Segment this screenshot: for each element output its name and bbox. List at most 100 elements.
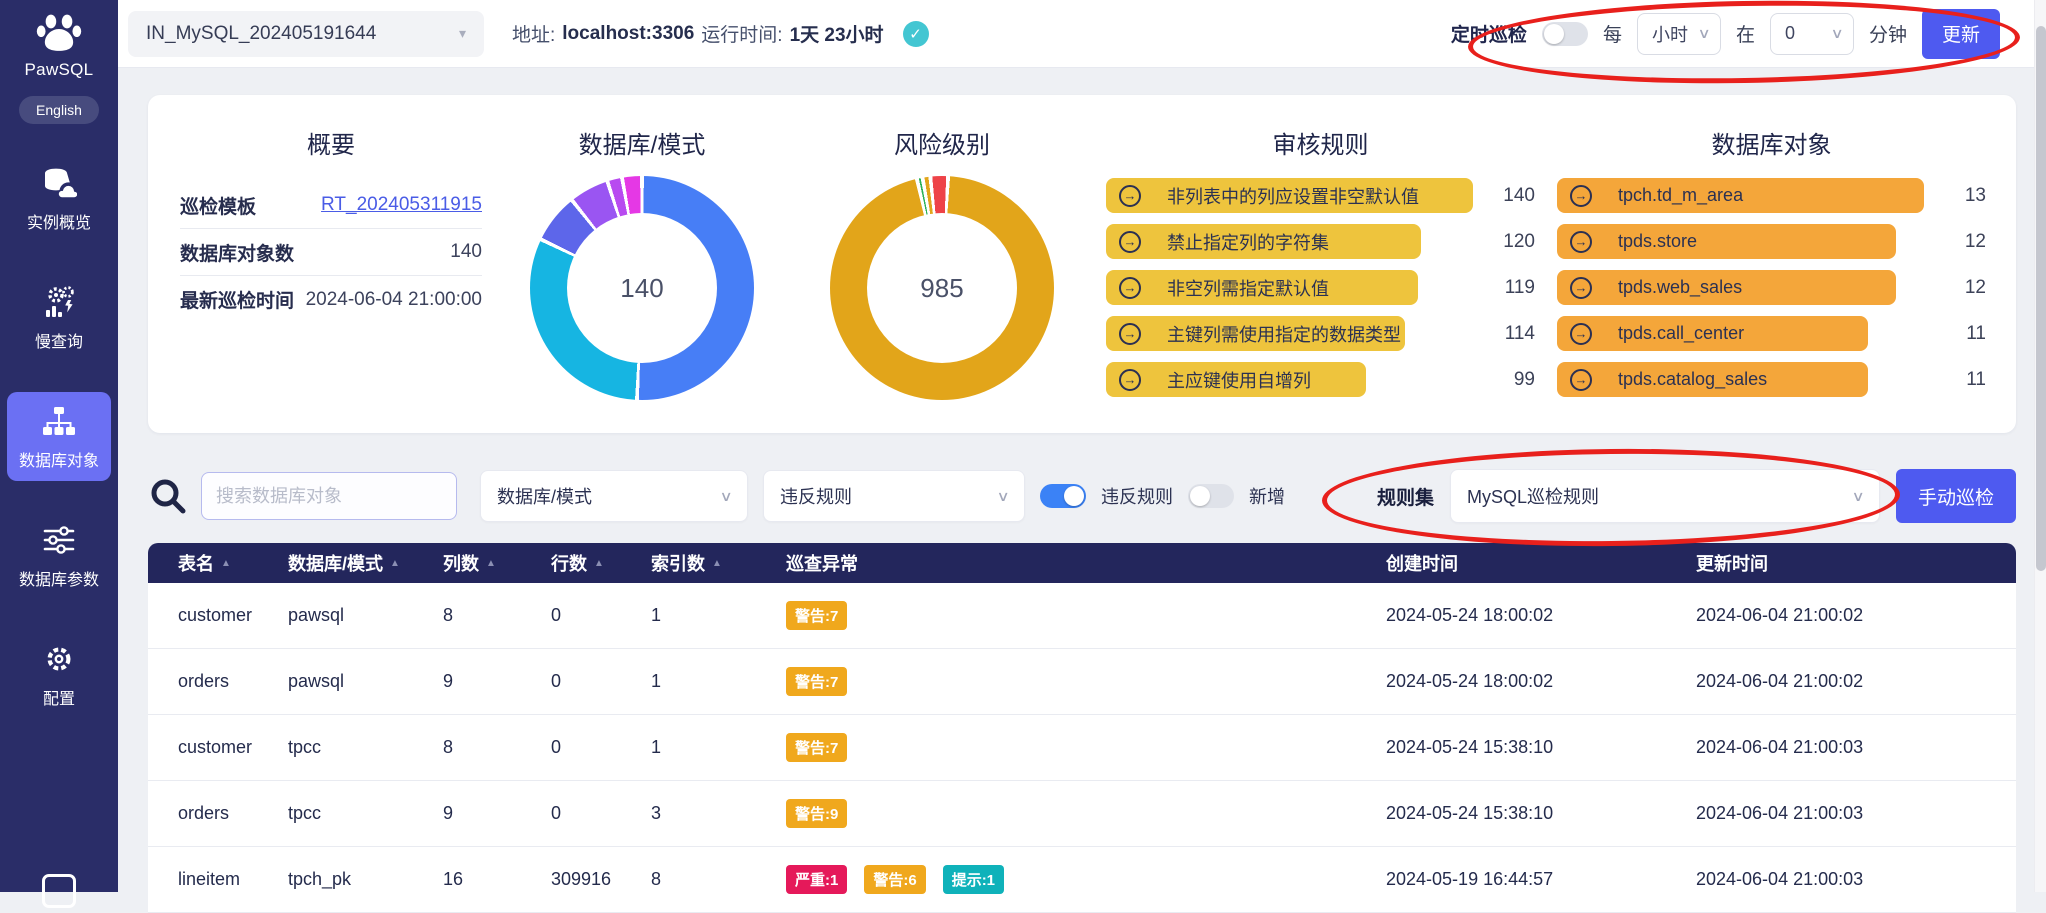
interval-select-value: 小时 <box>1652 21 1688 47</box>
dashboard-summary-card: 概要 巡检模板 RT_202405311915 数据库对象数 140 最新巡检时… <box>148 95 2016 433</box>
schema-filter-select[interactable]: 数据库/模式 ∨ <box>480 470 748 522</box>
audit-rule-bar[interactable]: 非列表中的列应设置非空默认值 <box>1106 178 1473 213</box>
schema-filter-value: 数据库/模式 <box>497 483 592 509</box>
cell-created: 2024-05-24 18:00:02 <box>1376 605 1686 626</box>
ruleset-label: 规则集 <box>1377 483 1434 510</box>
sidebar-item-slow-query[interactable]: 慢查询 <box>7 273 111 362</box>
uptime-value: 1天 23小时 <box>790 20 884 47</box>
warning-badge[interactable]: 警告:9 <box>786 799 847 828</box>
table-row[interactable]: customer tpcc 8 0 1 警告:7 2024-05-24 15:3… <box>148 715 2016 781</box>
db-object-value: 12 <box>1924 277 1986 299</box>
ruleset-select[interactable]: MySQL巡检规则 ∨ <box>1450 469 1880 523</box>
app-logo: PawSQL <box>25 12 94 80</box>
critical-badge[interactable]: 严重:1 <box>786 865 847 894</box>
warning-badge[interactable]: 警告:7 <box>786 733 847 762</box>
sort-icon[interactable]: ▲ <box>712 558 722 569</box>
sidebar-item-instance-overview[interactable]: 实例概览 <box>7 154 111 243</box>
column-header-anomalies: 巡查异常 <box>776 550 1376 576</box>
audit-rule-row: 非列表中的列应设置非空默认值 140 <box>1106 178 1535 213</box>
new-toggle[interactable] <box>1188 484 1234 508</box>
audit-rule-bar[interactable]: 非空列需指定默认值 <box>1106 270 1418 305</box>
arrow-right-circle-icon <box>1119 369 1141 391</box>
update-button[interactable]: 更新 <box>1922 9 2000 59</box>
table-row[interactable]: customer pawsql 8 0 1 警告:7 2024-05-24 18… <box>148 583 2016 649</box>
column-header-table-name[interactable]: 表名▲ <box>148 550 278 576</box>
template-label: 巡检模板 <box>180 192 256 219</box>
db-object-label: tpds.store <box>1618 231 1697 252</box>
audit-rule-row: 禁止指定列的字符集 120 <box>1106 224 1535 259</box>
schedule-label: 定时巡检 <box>1451 20 1527 47</box>
column-header-indexes[interactable]: 索引数▲ <box>641 550 776 576</box>
cell-created: 2024-05-24 15:38:10 <box>1376 803 1686 824</box>
warning-badge[interactable]: 警告:7 <box>786 667 847 696</box>
sidebar-item-label: 实例概览 <box>27 209 91 233</box>
column-header-updated: 更新时间 <box>1686 550 2016 576</box>
db-object-value: 13 <box>1924 185 1986 207</box>
audit-rule-bar[interactable]: 主键列需使用指定的数据类型 <box>1106 316 1405 351</box>
db-object-bar[interactable]: tpds.call_center <box>1557 316 1868 351</box>
column-header-columns[interactable]: 列数▲ <box>433 550 541 576</box>
at-label: 在 <box>1736 20 1755 47</box>
db-object-bar[interactable]: tpds.catalog_sales <box>1557 362 1868 397</box>
db-object-bar[interactable]: tpds.store <box>1557 224 1896 259</box>
tip-badge[interactable]: 提示:1 <box>943 865 1004 894</box>
sidebar-item-label: 配置 <box>43 685 75 709</box>
chevron-down-icon: ∨ <box>1697 25 1710 42</box>
template-link[interactable]: RT_202405311915 <box>321 194 482 216</box>
db-object-label: tpds.catalog_sales <box>1618 369 1767 390</box>
scrollbar-thumb[interactable] <box>2036 26 2046 571</box>
cell-updated: 2024-06-04 21:00:03 <box>1686 737 2016 758</box>
overview-row-template: 巡检模板 RT_202405311915 <box>180 182 482 229</box>
sidebar-bottom-partial-icon[interactable] <box>42 874 76 908</box>
search-input[interactable] <box>201 472 457 520</box>
table-row[interactable]: orders tpcc 9 0 3 警告:9 2024-05-24 15:38:… <box>148 781 2016 847</box>
sidebar-item-database-params[interactable]: 数据库参数 <box>7 511 111 600</box>
sort-icon[interactable]: ▲ <box>221 558 231 569</box>
instance-select[interactable]: IN_MySQL_202405191644 ▾ <box>128 11 484 57</box>
cell-rows: 0 <box>541 605 641 626</box>
sidebar-item-label: 慢查询 <box>35 328 83 352</box>
minute-select[interactable]: 0 ∨ <box>1770 13 1854 55</box>
audit-rules-title: 审核规则 <box>1106 125 1535 160</box>
filter-row: 数据库/模式 ∨ 违反规则 ∨ 违反规则 新增 规则集 MySQL巡检规则 ∨ … <box>148 469 2016 523</box>
audit-rule-bar[interactable]: 主应键使用自增列 <box>1106 362 1366 397</box>
sidebar-item-database-objects[interactable]: 数据库对象 <box>7 392 111 481</box>
chevron-down-icon: ∨ <box>719 488 732 505</box>
language-switch[interactable]: English <box>19 96 99 124</box>
schedule-toggle[interactable] <box>1542 22 1588 46</box>
db-object-bar[interactable]: tpds.web_sales <box>1557 270 1896 305</box>
sidebar-item-settings[interactable]: 配置 <box>7 630 111 719</box>
risk-donut-panel: 风险级别 985 <box>792 109 1092 419</box>
violation-toggle[interactable] <box>1040 484 1086 508</box>
cell-table-name: orders <box>148 803 278 824</box>
db-object-label: tpch.td_m_area <box>1618 185 1743 206</box>
warning-badge[interactable]: 警告:7 <box>786 601 847 630</box>
sort-icon[interactable]: ▲ <box>594 558 604 569</box>
column-header-rows[interactable]: 行数▲ <box>541 550 641 576</box>
table-row[interactable]: orders pawsql 9 0 1 警告:7 2024-05-24 18:0… <box>148 649 2016 715</box>
interval-select[interactable]: 小时 ∨ <box>1637 13 1721 55</box>
uptime-label: 运行时间: <box>701 20 782 47</box>
cell-indexes: 1 <box>641 671 776 692</box>
arrow-right-circle-icon <box>1570 185 1592 207</box>
paw-icon <box>36 12 82 54</box>
vertical-scrollbar[interactable] <box>2034 0 2046 892</box>
sort-icon[interactable]: ▲ <box>390 558 400 569</box>
arrow-right-circle-icon <box>1570 277 1592 299</box>
cell-schema: tpcc <box>278 737 433 758</box>
sort-icon[interactable]: ▲ <box>486 558 496 569</box>
cell-anomalies: 警告:7 <box>776 733 1376 762</box>
cell-columns: 8 <box>433 605 541 626</box>
cell-updated: 2024-06-04 21:00:03 <box>1686 803 2016 824</box>
manual-inspect-button[interactable]: 手动巡检 <box>1896 469 2016 523</box>
schema-donut-chart[interactable]: 140 <box>530 176 754 400</box>
warning-badge[interactable]: 警告:6 <box>864 865 925 894</box>
search-icon <box>148 476 188 516</box>
db-object-bar[interactable]: tpch.td_m_area <box>1557 178 1924 213</box>
column-header-schema[interactable]: 数据库/模式▲ <box>278 550 433 576</box>
table-row[interactable]: lineitem tpch_pk 16 309916 8 严重:1 警告:6 提… <box>148 847 2016 913</box>
db-object-value: 11 <box>1924 369 1986 391</box>
audit-rule-bar[interactable]: 禁止指定列的字符集 <box>1106 224 1421 259</box>
rule-filter-select[interactable]: 违反规则 ∨ <box>763 470 1025 522</box>
risk-donut-chart[interactable]: 985 <box>830 176 1054 400</box>
